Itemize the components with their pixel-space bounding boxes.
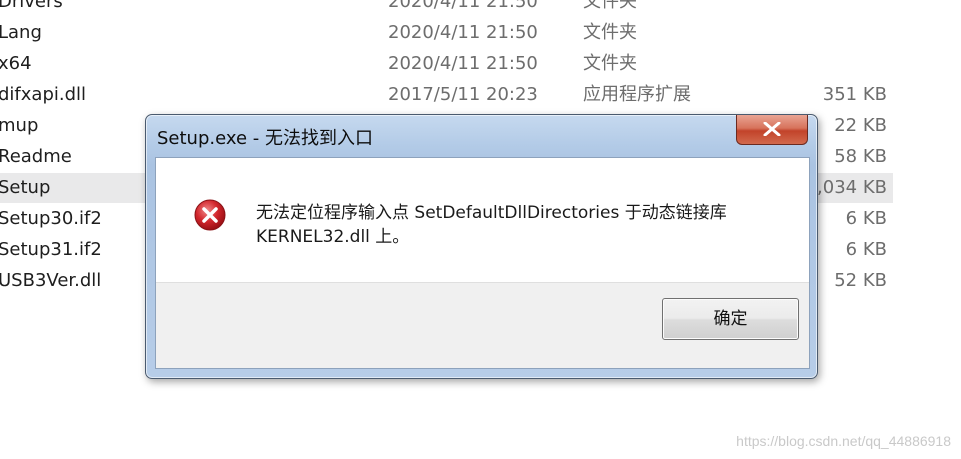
error-icon <box>194 199 226 231</box>
watermark: https://blog.csdn.net/qq_44886918 <box>736 433 951 449</box>
file-date: 2020/4/11 21:50 <box>388 0 538 12</box>
file-name: Setup30.if2 <box>0 208 102 229</box>
file-name: difxapi.dll <box>0 84 87 105</box>
file-size: 6 KB <box>845 208 887 229</box>
file-size: 351 KB <box>822 84 887 105</box>
file-row-difxapi[interactable]: difxapi.dll 2017/5/11 20:23 应用程序扩展 351 K… <box>0 80 893 110</box>
file-name: Lang <box>0 22 42 43</box>
file-name: Readme <box>0 146 72 167</box>
file-name: mup <box>0 115 39 136</box>
file-name: Drivers <box>0 0 63 12</box>
file-date: 2020/4/11 21:50 <box>388 22 538 43</box>
file-row-drivers[interactable]: Drivers 2020/4/11 21:50 文件夹 <box>0 0 893 17</box>
close-button[interactable] <box>736 115 808 145</box>
file-name: x64 <box>0 53 32 74</box>
file-type: 应用程序扩展 <box>583 84 691 105</box>
ok-button[interactable]: 确定 <box>662 298 799 340</box>
error-dialog: Setup.exe - 无法找到入口 无法定位程序输入点 SetDefaultD… <box>145 114 818 379</box>
file-size: 22 KB <box>834 115 887 136</box>
error-message-line-2: KERNEL32.dll 上。 <box>256 227 410 247</box>
file-size: ,034 KB <box>817 177 887 198</box>
error-message-line-1: 无法定位程序输入点 SetDefaultDllDirectories 于动态链接… <box>256 203 727 223</box>
dialog-title: Setup.exe - 无法找到入口 <box>157 128 373 149</box>
file-row-lang[interactable]: Lang 2020/4/11 21:50 文件夹 <box>0 18 893 48</box>
file-name: Setup31.if2 <box>0 239 102 260</box>
file-size: 58 KB <box>834 146 887 167</box>
file-name: USB3Ver.dll <box>0 270 102 291</box>
dialog-button-area: 确定 <box>156 282 809 368</box>
file-row-x64[interactable]: x64 2020/4/11 21:50 文件夹 <box>0 49 893 79</box>
file-date: 2017/5/11 20:23 <box>388 84 538 105</box>
file-type: 文件夹 <box>583 0 637 12</box>
file-type: 文件夹 <box>583 53 637 74</box>
close-icon <box>763 122 781 136</box>
file-name: Setup <box>0 177 51 198</box>
file-size: 52 KB <box>834 270 887 291</box>
error-message: 无法定位程序输入点 SetDefaultDllDirectories 于动态链接… <box>256 201 776 249</box>
file-type: 文件夹 <box>583 22 637 43</box>
file-size: 6 KB <box>845 239 887 260</box>
dialog-body: 无法定位程序输入点 SetDefaultDllDirectories 于动态链接… <box>155 157 810 369</box>
file-date: 2020/4/11 21:50 <box>388 53 538 74</box>
